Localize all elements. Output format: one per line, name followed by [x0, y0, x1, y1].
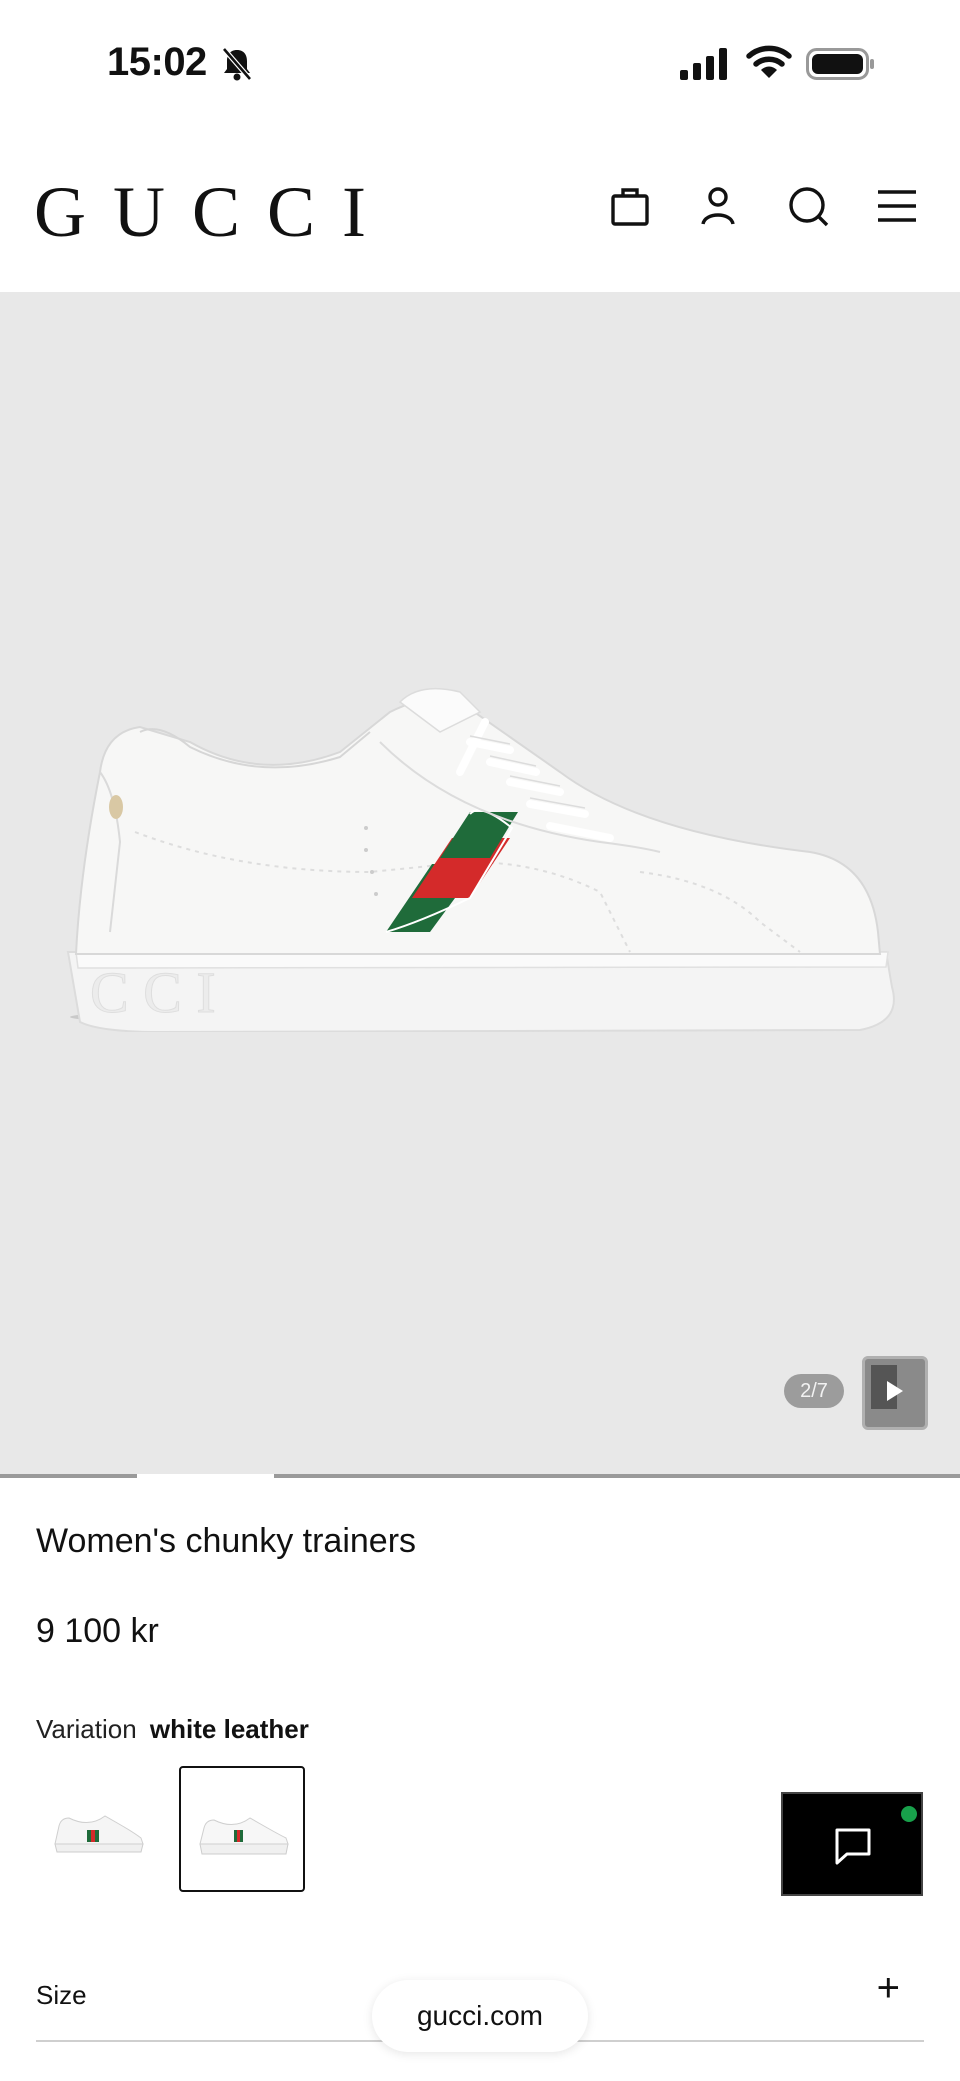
product-price: 9 100 kr: [36, 1612, 159, 1650]
chat-button[interactable]: [781, 1792, 923, 1896]
search-button[interactable]: [786, 184, 830, 228]
site-header: GUCCI: [0, 130, 960, 292]
account-button[interactable]: [696, 184, 740, 228]
variation-row: Variation white leather: [36, 1714, 309, 1745]
bell-off-icon: [222, 47, 252, 81]
variation-swatch-image: [54, 1815, 144, 1853]
chat-icon: [835, 1828, 871, 1865]
svg-text:C C I: C C I: [90, 960, 216, 1025]
gallery-progress-active-segment: [137, 1474, 274, 1478]
gucci-logo[interactable]: GUCCI: [34, 172, 393, 252]
bag-icon: [611, 188, 649, 226]
menu-icon: [878, 190, 916, 222]
wifi-icon: [746, 45, 792, 78]
shopping-bag-button[interactable]: [608, 184, 652, 228]
battery-icon: [806, 48, 874, 80]
play-icon: [887, 1381, 903, 1401]
chat-online-indicator: [901, 1806, 917, 1822]
variation-value: white leather: [149, 1714, 309, 1744]
variation-swatch-1[interactable]: [36, 1766, 162, 1892]
menu-button[interactable]: [876, 184, 920, 228]
browser-url-pill[interactable]: gucci.com: [372, 1980, 588, 2052]
gallery-progress-bar: [0, 1474, 960, 1478]
product-image-gallery[interactable]: C C I 2/7: [0, 292, 960, 1476]
expand-plus-icon[interactable]: +: [877, 1966, 900, 2011]
slide-counter: 2/7: [784, 1374, 844, 1408]
status-time: 15:02: [107, 40, 207, 84]
variation-label: Variation: [36, 1714, 137, 1744]
size-label: Size: [36, 1980, 87, 2010]
search-icon: [789, 187, 829, 227]
account-icon: [701, 187, 735, 225]
status-bar: 15:02: [0, 0, 960, 130]
product-image-sneaker: C C I: [66, 687, 895, 1032]
product-title: Women's chunky trainers: [36, 1522, 417, 1560]
variation-swatch-2-selected[interactable]: [179, 1766, 305, 1892]
variation-swatch-image: [199, 1817, 289, 1855]
video-thumbnail-button[interactable]: [862, 1356, 928, 1430]
signal-icon: [680, 48, 727, 80]
